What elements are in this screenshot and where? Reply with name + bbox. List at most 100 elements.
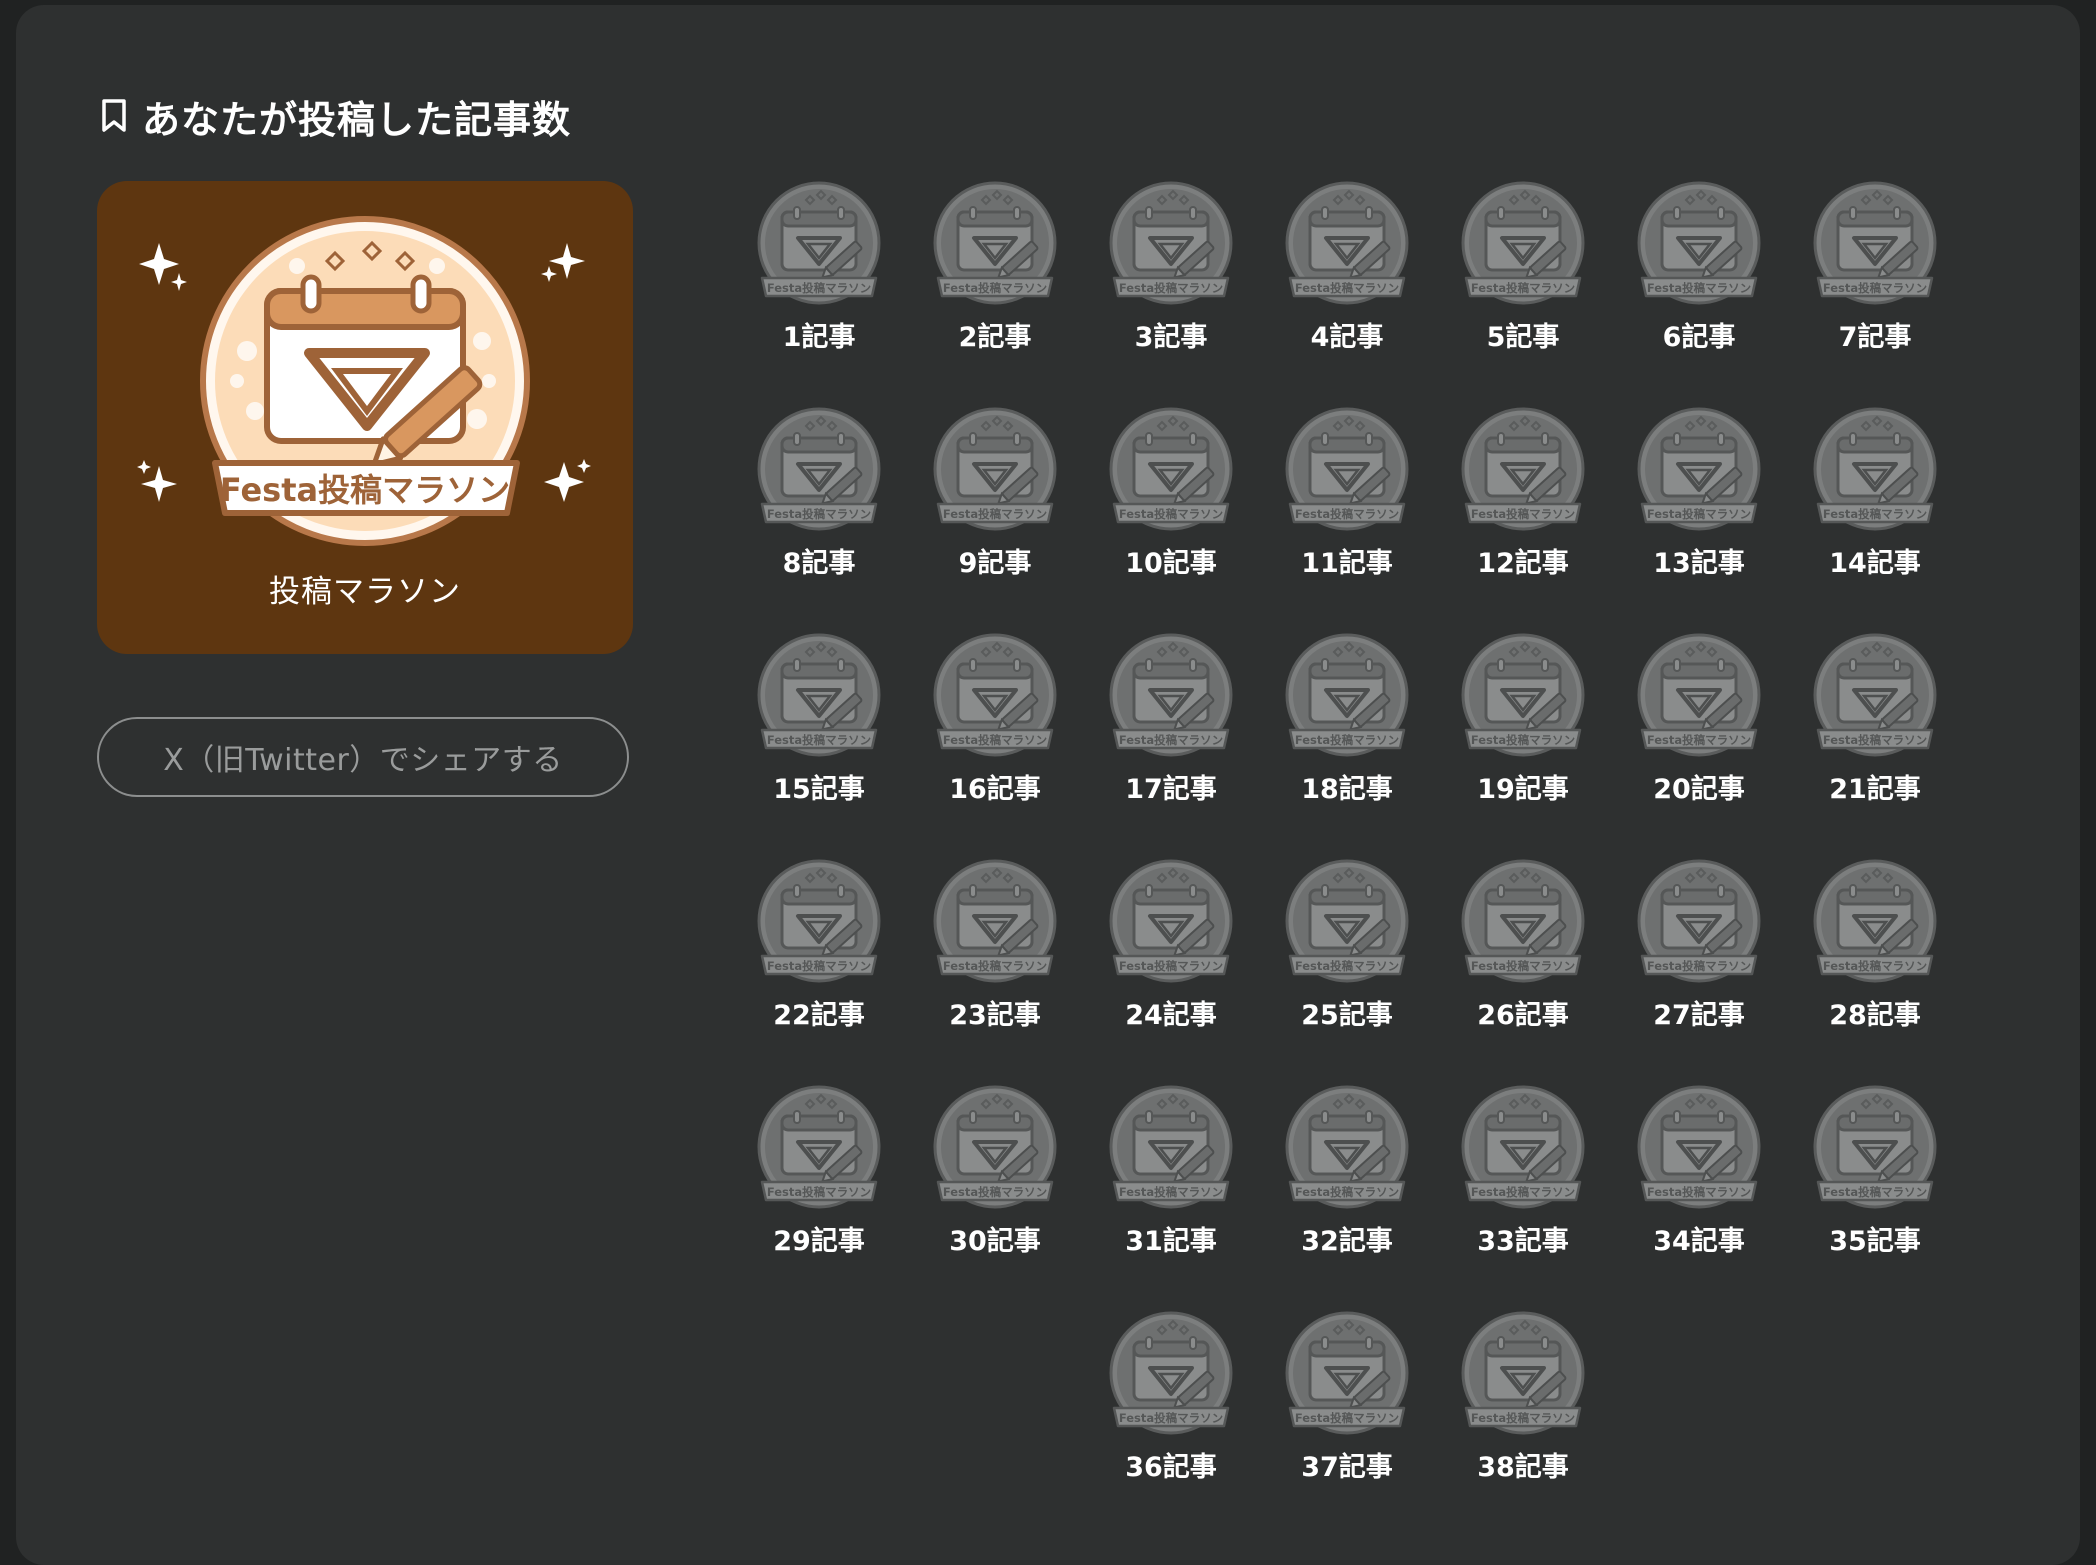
badge-item[interactable]: Festa投稿マラソン 17記事	[1096, 632, 1246, 812]
badge-item[interactable]: Festa投稿マラソン 31記事	[1096, 1084, 1246, 1264]
locked-badge-icon: Festa投稿マラソン	[1813, 407, 1937, 531]
svg-text:Festa投稿マラソン: Festa投稿マラソン	[767, 959, 871, 973]
badge-item[interactable]: Festa投稿マラソン 18記事	[1272, 632, 1422, 812]
locked-badge-icon: Festa投稿マラソン	[933, 181, 1057, 305]
locked-badge-icon: Festa投稿マラソン	[1109, 633, 1233, 757]
svg-text:Festa投稿マラソン: Festa投稿マラソン	[1823, 1185, 1927, 1199]
badge-item[interactable]: Festa投稿マラソン 34記事	[1624, 1084, 1774, 1264]
svg-text:Festa投稿マラソン: Festa投稿マラソン	[1295, 507, 1399, 521]
locked-badge-icon: Festa投稿マラソン	[1109, 407, 1233, 531]
badge-item[interactable]: Festa投稿マラソン 10記事	[1096, 406, 1246, 586]
featured-badge-label: 投稿マラソン	[269, 574, 461, 610]
badge-count-label: 18記事	[1301, 774, 1393, 805]
locked-badge-icon: Festa投稿マラソン	[1109, 1085, 1233, 1209]
badge-count-label: 25記事	[1301, 1000, 1393, 1031]
badge-item[interactable]: Festa投稿マラソン 29記事	[744, 1084, 894, 1264]
badge-item[interactable]: Festa投稿マラソン 30記事	[920, 1084, 1070, 1264]
svg-text:Festa投稿マラソン: Festa投稿マラソン	[1471, 1185, 1575, 1199]
badge-count-label: 24記事	[1125, 1000, 1217, 1031]
bookmark-icon	[102, 99, 126, 132]
locked-badge-icon: Festa投稿マラソン	[1813, 1085, 1937, 1209]
badge-item[interactable]: Festa投稿マラソン 23記事	[920, 858, 1070, 1038]
badge-item[interactable]: Festa投稿マラソン 35記事	[1800, 1084, 1950, 1264]
svg-text:Festa投稿マラソン: Festa投稿マラソン	[1647, 1185, 1751, 1199]
badge-item[interactable]: Festa投稿マラソン 36記事	[1096, 1310, 1246, 1490]
locked-badge-icon: Festa投稿マラソン	[1813, 181, 1937, 305]
locked-badge-icon: Festa投稿マラソン	[1285, 407, 1409, 531]
badge-item[interactable]: Festa投稿マラソン 20記事	[1624, 632, 1774, 812]
locked-badge-icon: Festa投稿マラソン	[933, 859, 1057, 983]
svg-text:Festa投稿マラソン: Festa投稿マラソン	[1647, 281, 1751, 295]
badge-count-label: 22記事	[773, 1000, 865, 1031]
badge-item[interactable]: Festa投稿マラソン 16記事	[920, 632, 1070, 812]
badge-item[interactable]: Festa投稿マラソン 24記事	[1096, 858, 1246, 1038]
svg-text:Festa投稿マラソン: Festa投稿マラソン	[1119, 1185, 1223, 1199]
badge-item[interactable]: Festa投稿マラソン 15記事	[744, 632, 894, 812]
badge-item[interactable]: Festa投稿マラソン 27記事	[1624, 858, 1774, 1038]
badge-item[interactable]: Festa投稿マラソン 28記事	[1800, 858, 1950, 1038]
badge-item[interactable]: Festa投稿マラソン 37記事	[1272, 1310, 1422, 1490]
badge-item[interactable]: Festa投稿マラソン 5記事	[1448, 180, 1598, 360]
badge-item[interactable]: Festa投稿マラソン 3記事	[1096, 180, 1246, 360]
locked-badge-icon: Festa投稿マラソン	[1285, 1085, 1409, 1209]
badge-count-label: 31記事	[1125, 1226, 1217, 1257]
svg-text:Festa投稿マラソン: Festa投稿マラソン	[1119, 733, 1223, 747]
locked-badge-icon: Festa投稿マラソン	[933, 633, 1057, 757]
badge-item[interactable]: Festa投稿マラソン 25記事	[1272, 858, 1422, 1038]
badge-count-label: 34記事	[1653, 1226, 1745, 1257]
locked-badge-icon: Festa投稿マラソン	[1109, 1311, 1233, 1435]
badge-count-label: 19記事	[1477, 774, 1569, 805]
badge-item[interactable]: Festa投稿マラソン 32記事	[1272, 1084, 1422, 1264]
locked-badge-icon: Festa投稿マラソン	[757, 181, 881, 305]
locked-badge-icon: Festa投稿マラソン	[1285, 181, 1409, 305]
svg-text:Festa投稿マラソン: Festa投稿マラソン	[1647, 733, 1751, 747]
locked-badge-icon: Festa投稿マラソン	[757, 407, 881, 531]
badge-count-label: 6記事	[1662, 322, 1736, 353]
badge-count-label: 11記事	[1301, 548, 1393, 579]
svg-text:Festa投稿マラソン: Festa投稿マラソン	[1295, 1411, 1399, 1425]
badge-item[interactable]: Festa投稿マラソン 11記事	[1272, 406, 1422, 586]
badge-item[interactable]: Festa投稿マラソン 14記事	[1800, 406, 1950, 586]
section-heading: あなたが投稿した記事数	[100, 90, 571, 142]
badge-count-label: 2記事	[958, 322, 1032, 353]
badge-count-label: 32記事	[1301, 1226, 1393, 1257]
badge-item[interactable]: Festa投稿マラソン 26記事	[1448, 858, 1598, 1038]
locked-badge-icon: Festa投稿マラソン	[1461, 407, 1585, 531]
badge-count-label: 15記事	[773, 774, 865, 805]
badge-item[interactable]: Festa投稿マラソン 1記事	[744, 180, 894, 360]
badge-count-label: 1記事	[782, 322, 856, 353]
badge-item[interactable]: Festa投稿マラソン 2記事	[920, 180, 1070, 360]
svg-text:Festa投稿マラソン: Festa投稿マラソン	[1823, 507, 1927, 521]
svg-text:Festa投稿マラソン: Festa投稿マラソン	[943, 507, 1047, 521]
locked-badge-icon: Festa投稿マラソン	[1813, 633, 1937, 757]
badge-item[interactable]: Festa投稿マラソン 6記事	[1624, 180, 1774, 360]
svg-text:Festa投稿マラソン: Festa投稿マラソン	[1119, 1411, 1223, 1425]
svg-text:Festa投稿マラソン: Festa投稿マラソン	[1471, 733, 1575, 747]
svg-text:Festa投稿マラソン: Festa投稿マラソン	[943, 1185, 1047, 1199]
svg-text:Festa投稿マラソン: Festa投稿マラソン	[1471, 959, 1575, 973]
badge-item[interactable]: Festa投稿マラソン 38記事	[1448, 1310, 1598, 1490]
badge-item[interactable]: Festa投稿マラソン 12記事	[1448, 406, 1598, 586]
svg-text:Festa投稿マラソン: Festa投稿マラソン	[1119, 281, 1223, 295]
badge-count-label: 27記事	[1653, 1000, 1745, 1031]
badge-item[interactable]: Festa投稿マラソン 13記事	[1624, 406, 1774, 586]
svg-text:Festa投稿マラソン: Festa投稿マラソン	[1119, 959, 1223, 973]
badge-item[interactable]: Festa投稿マラソン 9記事	[920, 406, 1070, 586]
badge-count-label: 36記事	[1125, 1452, 1217, 1483]
badge-item[interactable]: Festa投稿マラソン 8記事	[744, 406, 894, 586]
badge-item[interactable]: Festa投稿マラソン 22記事	[744, 858, 894, 1038]
badge-item[interactable]: Festa投稿マラソン 33記事	[1448, 1084, 1598, 1264]
badge-count-label: 4記事	[1310, 322, 1384, 353]
svg-text:Festa投稿マラソン: Festa投稿マラソン	[767, 1185, 871, 1199]
locked-badge-icon: Festa投稿マラソン	[757, 859, 881, 983]
svg-text:Festa投稿マラソン: Festa投稿マラソン	[1823, 281, 1927, 295]
badge-item[interactable]: Festa投稿マラソン 4記事	[1272, 180, 1422, 360]
locked-badge-icon: Festa投稿マラソン	[757, 633, 881, 757]
share-x-button[interactable]: X（旧Twitter）でシェアする	[97, 717, 629, 797]
featured-badge-text: Festa投稿マラソン	[220, 471, 510, 509]
badge-count-label: 21記事	[1829, 774, 1921, 805]
badge-item[interactable]: Festa投稿マラソン 19記事	[1448, 632, 1598, 812]
badge-count-label: 38記事	[1477, 1452, 1569, 1483]
badge-item[interactable]: Festa投稿マラソン 21記事	[1800, 632, 1950, 812]
badge-item[interactable]: Festa投稿マラソン 7記事	[1800, 180, 1950, 360]
